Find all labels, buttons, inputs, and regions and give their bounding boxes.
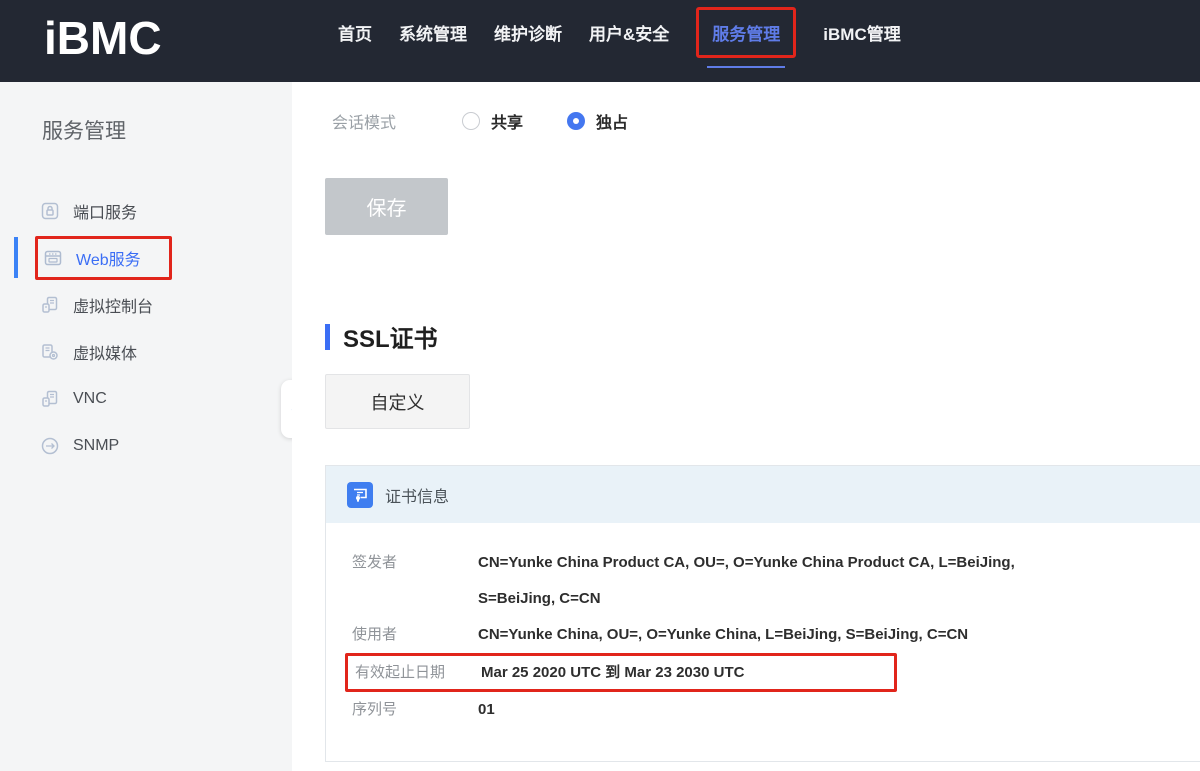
cert-row-value: CN=Yunke China Product CA, OU=, O=Yunke … xyxy=(478,545,1038,617)
sidebar-item-label: VNC xyxy=(73,390,107,408)
sidebar-item-virtual-console[interactable]: 虚拟控制台 xyxy=(0,281,292,328)
cert-row-validity: 有效起止日期 Mar 25 2020 UTC 到 Mar 23 2030 UTC xyxy=(345,653,897,692)
cert-row-label: 序列号 xyxy=(352,692,478,728)
top-bar: iBMC 首页 系统管理 维护诊断 用户&安全 服务管理 iBMC管理 xyxy=(0,0,1200,82)
radio-checked-icon[interactable] xyxy=(567,112,585,130)
virtual-media-icon xyxy=(40,342,60,362)
sidebar-item-snmp[interactable]: SNMP xyxy=(0,422,292,469)
certificate-panel-header: 证书信息 xyxy=(326,466,1200,523)
nav-item-service-management[interactable]: 服务管理 xyxy=(696,7,796,58)
cert-row-issuer: 签发者 CN=Yunke China Product CA, OU=, O=Yu… xyxy=(352,545,1200,617)
snmp-icon xyxy=(40,436,60,456)
session-mode-label: 会话模式 xyxy=(332,109,462,133)
nav-item-maintenance-diagnosis[interactable]: 维护诊断 xyxy=(494,20,562,45)
cert-row-serial: 序列号 01 xyxy=(352,692,1200,728)
sidebar-item-label: SNMP xyxy=(73,437,119,455)
radio-option-shared[interactable]: 共享 xyxy=(462,109,523,133)
nav-item-users-security[interactable]: 用户&安全 xyxy=(589,20,669,45)
sidebar-item-label: Web服务 xyxy=(76,246,141,270)
cert-row-label: 有效起止日期 xyxy=(355,656,481,689)
main-content: 会话模式 共享 独占 保存 SSL证书 自定义 证书信息 xyxy=(292,82,1200,771)
certificate-info-panel: 证书信息 签发者 CN=Yunke China Product CA, OU=,… xyxy=(325,465,1200,762)
sidebar-title: 服务管理 xyxy=(42,115,292,145)
cert-row-label: 签发者 xyxy=(352,545,478,617)
main-nav: 首页 系统管理 维护诊断 用户&安全 服务管理 iBMC管理 xyxy=(338,0,901,64)
section-title: SSL证书 xyxy=(343,319,438,354)
save-button[interactable]: 保存 xyxy=(325,178,448,235)
certificate-panel-title: 证书信息 xyxy=(385,483,449,507)
nav-item-home[interactable]: 首页 xyxy=(338,20,372,45)
sidebar-item-label: 虚拟媒体 xyxy=(73,340,137,364)
certificate-icon xyxy=(347,482,373,508)
vnc-icon xyxy=(40,389,60,409)
web-service-icon xyxy=(43,248,63,268)
nav-item-system-management[interactable]: 系统管理 xyxy=(399,20,467,45)
custom-button[interactable]: 自定义 xyxy=(325,374,470,429)
cert-row-label: 使用者 xyxy=(352,617,478,653)
session-mode-row: 会话模式 共享 独占 xyxy=(332,109,672,133)
sidebar: 服务管理 端口服务 xyxy=(0,82,292,771)
cert-row-value: CN=Yunke China, OU=, O=Yunke China, L=Be… xyxy=(478,617,1038,653)
cert-row-value: Mar 25 2020 UTC 到 Mar 23 2030 UTC xyxy=(481,656,744,689)
cert-row-value: 01 xyxy=(478,692,1038,728)
cert-row-subject: 使用者 CN=Yunke China, OU=, O=Yunke China, … xyxy=(352,617,1200,653)
sidebar-item-port-service[interactable]: 端口服务 xyxy=(0,187,292,234)
radio-option-label: 独占 xyxy=(596,109,628,133)
nav-item-ibmc-management[interactable]: iBMC管理 xyxy=(823,20,900,45)
radio-option-exclusive[interactable]: 独占 xyxy=(567,109,628,133)
port-service-icon xyxy=(40,201,60,221)
sidebar-item-vnc[interactable]: VNC xyxy=(0,375,292,422)
sidebar-item-label: 虚拟控制台 xyxy=(73,293,153,317)
sidebar-item-label: 端口服务 xyxy=(73,199,137,223)
sidebar-item-web-service[interactable]: Web服务 xyxy=(0,234,292,281)
heading-accent-bar xyxy=(325,324,330,350)
ibmc-logo: iBMC xyxy=(44,11,162,65)
virtual-console-icon xyxy=(40,295,60,315)
certificate-panel-body: 签发者 CN=Yunke China Product CA, OU=, O=Yu… xyxy=(326,523,1200,728)
sidebar-item-virtual-media[interactable]: 虚拟媒体 xyxy=(0,328,292,375)
radio-unchecked-icon[interactable] xyxy=(462,112,480,130)
ssl-certificate-heading: SSL证书 xyxy=(325,319,438,354)
radio-option-label: 共享 xyxy=(491,109,523,133)
sidebar-menu: 端口服务 Web服务 xyxy=(0,187,292,469)
